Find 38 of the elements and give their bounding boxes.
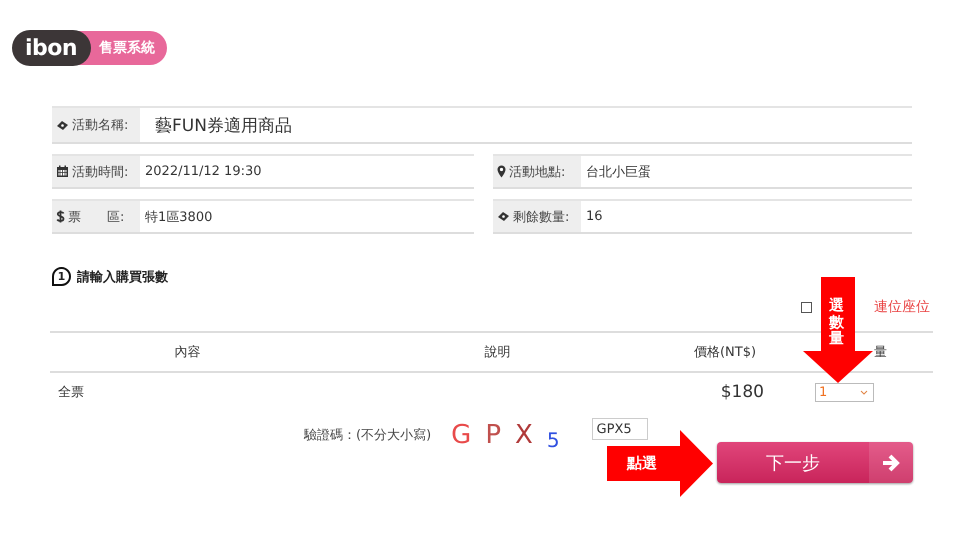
captcha-input[interactable]: GPX5 xyxy=(592,418,648,440)
calendar-icon xyxy=(56,165,69,178)
field-label: 活動時間: xyxy=(72,164,128,180)
field-label: 活動名稱: xyxy=(72,117,128,134)
field-label: 活動地點: xyxy=(509,164,566,180)
caret-icon xyxy=(860,390,868,394)
captcha-char: X xyxy=(515,420,533,450)
field-value: 台北小巨蛋 xyxy=(586,164,651,180)
captcha-label: 驗證碼：(不分大小寫) xyxy=(304,427,432,444)
column-header: 價格(NT$) xyxy=(692,344,758,361)
price-cell-text: $180 xyxy=(720,382,765,402)
callout-label: 選數量 xyxy=(829,297,844,346)
brand-logo: ibon xyxy=(12,30,92,66)
arrow-right-icon xyxy=(881,454,901,472)
checkbox[interactable] xyxy=(801,302,812,312)
map-pin-icon xyxy=(497,165,506,178)
column-header: 量 xyxy=(873,344,888,361)
captcha-char: 5 xyxy=(546,428,560,452)
callout-label: 點選 xyxy=(627,454,657,473)
step-number: 1 xyxy=(52,267,71,286)
quantity-select[interactable]: 1 xyxy=(815,382,874,402)
step-title: 請輸入購買張數 xyxy=(77,268,168,286)
field-label: 票 區: xyxy=(68,208,124,226)
captcha-char: G xyxy=(451,420,472,450)
field-value: 2022/11/12 19:30 xyxy=(145,164,262,179)
column-header: 說明 xyxy=(484,344,512,361)
next-button[interactable]: 下一步 xyxy=(717,442,913,483)
checkbox-label[interactable]: 連位座位 xyxy=(874,298,930,316)
dollar-icon xyxy=(56,210,65,223)
ticket-icon xyxy=(56,120,69,130)
table-cell-text: 全票 xyxy=(57,384,85,401)
column-header: 內容 xyxy=(174,344,202,361)
field-value: 16 xyxy=(586,209,603,224)
ticket-icon xyxy=(497,211,510,222)
field-value: 藝FUN券適用商品 xyxy=(155,114,292,136)
field-value: 特1區3800 xyxy=(145,208,212,226)
captcha-char: P xyxy=(485,420,501,450)
field-label: 剩餘數量: xyxy=(513,208,570,226)
